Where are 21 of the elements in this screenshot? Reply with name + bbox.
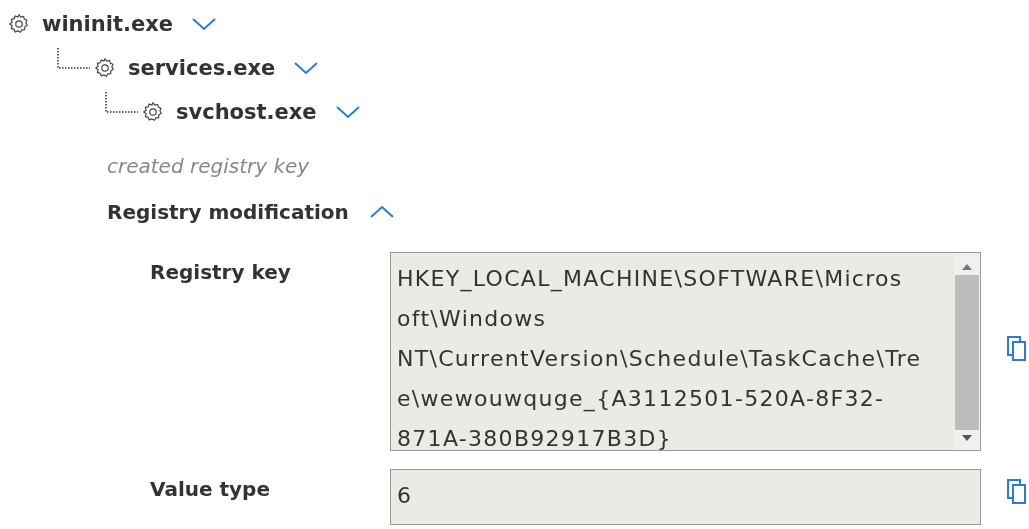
field-label: Registry key [150, 259, 292, 284]
field-label: Value type [150, 476, 271, 501]
value-field[interactable]: HKEY_LOCAL_MACHINE\SOFTWARE\Micros oft\Windows NT\CurrentVersion\Schedule\TaskCache\Tre e\wewouwquge_{A3112501-520A-8F32- 871A-380B92917B3D} [390, 252, 981, 451]
copy-icon[interactable] [1007, 479, 1027, 505]
scroll-up-icon[interactable] [961, 263, 973, 271]
process-name: services.exe [128, 56, 276, 80]
scroll-down-icon[interactable] [961, 434, 973, 442]
chevron-up-icon[interactable] [368, 204, 395, 220]
gear-icon [8, 13, 30, 35]
scrollbar[interactable] [954, 253, 980, 450]
event-description: created registry key [107, 153, 311, 180]
chevron-down-icon[interactable] [190, 16, 217, 32]
copy-icon[interactable] [1007, 336, 1027, 362]
chevron-down-icon[interactable] [293, 60, 320, 76]
value-field[interactable]: 6 [390, 469, 981, 525]
gear-icon [142, 101, 164, 123]
gear-icon [94, 57, 116, 79]
section-title: Registry modification [107, 200, 349, 224]
chevron-down-icon[interactable] [334, 104, 361, 120]
process-name: svchost.exe [176, 100, 317, 124]
process-name: wininit.exe [42, 12, 173, 36]
